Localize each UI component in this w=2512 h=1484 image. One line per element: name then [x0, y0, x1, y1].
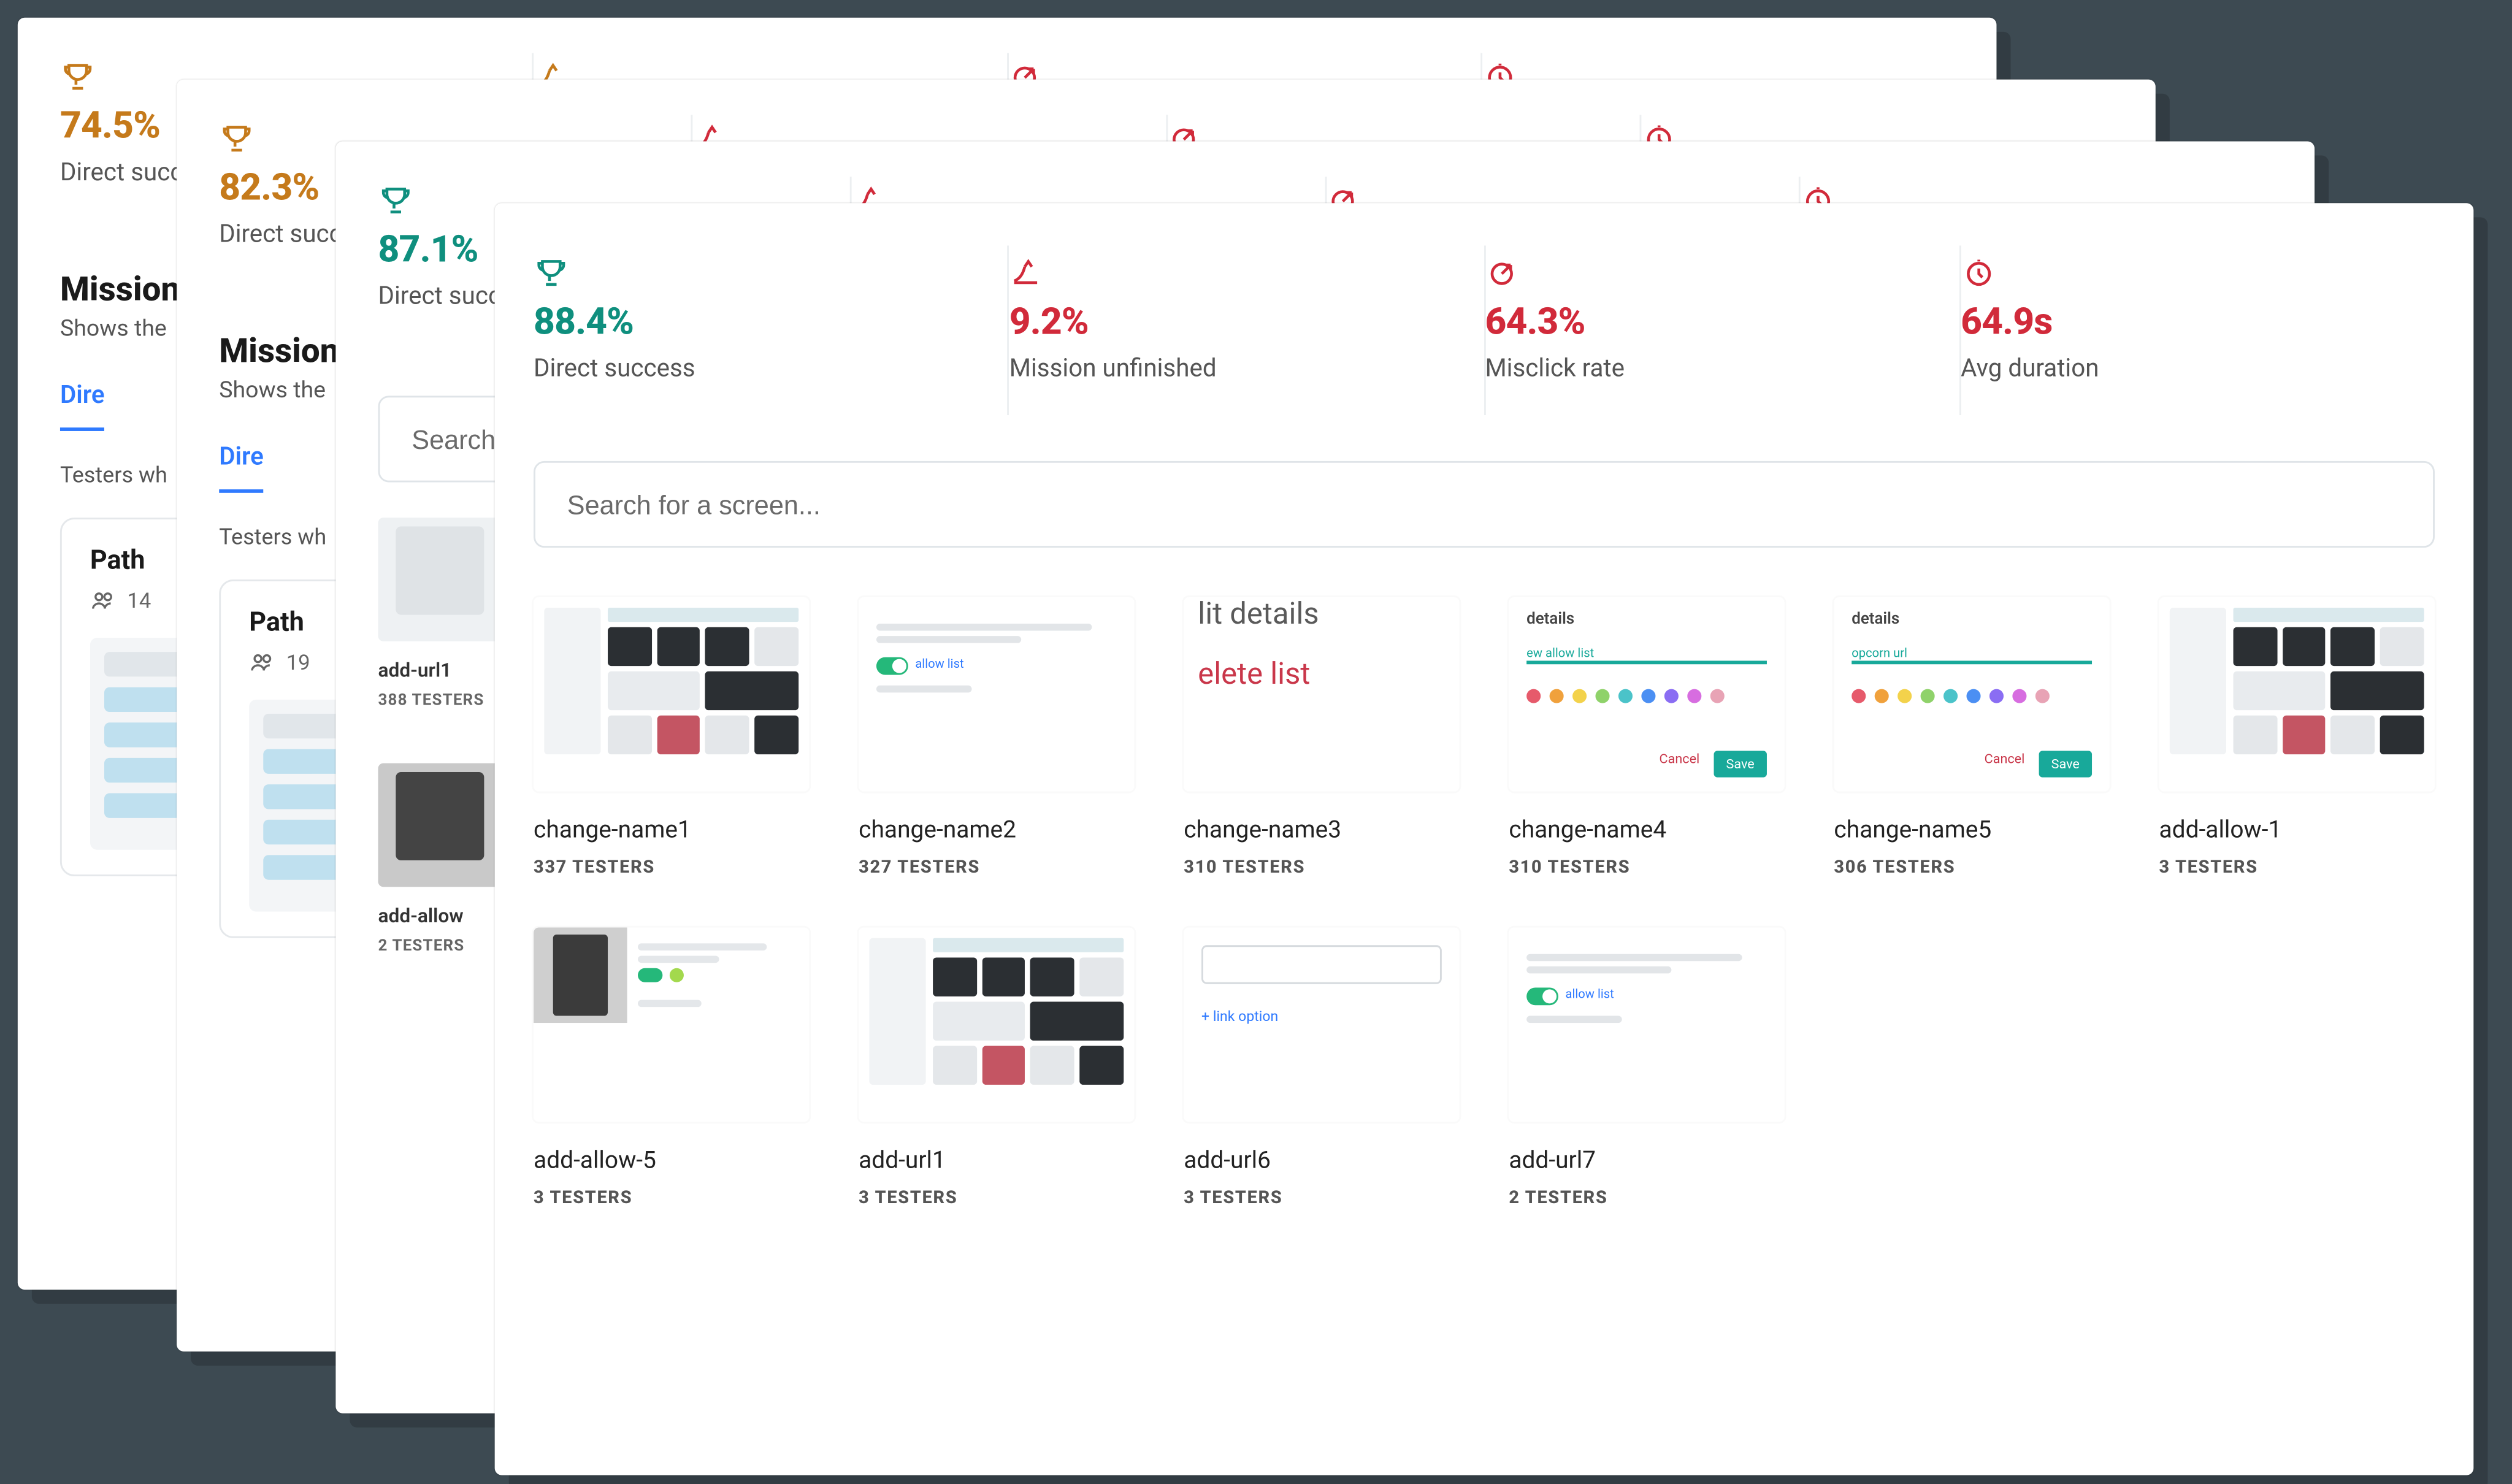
metric-value: 88.4%	[534, 302, 1008, 345]
screen-card[interactable]: allow list add-url7 2 TESTERS	[1509, 928, 1784, 1209]
metric-label: Mission unfinished	[1009, 355, 1484, 383]
screen-card[interactable]: + link option add-url6 3 TESTERS	[1184, 928, 1459, 1209]
screen-name: add-allow-1	[2159, 816, 2435, 844]
screen-thumbnail: lit detailselete list	[1184, 597, 1459, 792]
tester-count: 310 TESTERS	[1184, 859, 1459, 878]
metric-value: 64.3%	[1485, 302, 1959, 345]
screen-name: add-url1	[378, 659, 502, 682]
screen-name: add-url1	[859, 1147, 1134, 1175]
tester-count: 2 TESTERS	[378, 938, 502, 956]
screen-card[interactable]: add-allow-1 3 TESTERS	[2159, 597, 2435, 878]
screen-name: change-name3	[1184, 816, 1459, 844]
tester-count: 3 TESTERS	[2159, 859, 2435, 878]
tester-count: 3 TESTERS	[1184, 1189, 1459, 1209]
tester-count: 3 TESTERS	[534, 1189, 809, 1209]
screen-name: change-name4	[1509, 816, 1784, 844]
screen-name: add-allow	[378, 905, 502, 927]
tester-count: 310 TESTERS	[1509, 859, 1784, 878]
screen-thumbnail: allow list	[1509, 928, 1784, 1122]
people-icon	[249, 648, 275, 675]
screen-thumbnail: detailsopcorn urlCancelSave	[1834, 597, 2109, 792]
tester-count: 2 TESTERS	[1509, 1189, 1784, 1209]
tab-direct[interactable]: Dire	[219, 443, 264, 493]
metric-label: Avg duration	[1961, 355, 2435, 383]
screen-card[interactable]: allow list change-name2 327 TESTERS	[859, 597, 1134, 878]
screen-thumbnail	[859, 928, 1134, 1122]
metric-value: 9.2%	[1009, 302, 1484, 345]
screen-thumbnail: + link option	[1184, 928, 1459, 1122]
screen-thumbnail: allow list	[859, 597, 1134, 792]
bounce-icon	[1009, 256, 1484, 292]
tester-count: 337 TESTERS	[534, 859, 809, 878]
screen-name: add-url6	[1184, 1147, 1459, 1175]
tester-count: 388 TESTERS	[378, 692, 502, 710]
screen-card[interactable]: add-url1 3 TESTERS	[859, 928, 1134, 1209]
path-count: 14	[127, 587, 151, 612]
path-count: 19	[286, 649, 310, 674]
search-field[interactable]	[534, 461, 2435, 548]
search-input[interactable]	[567, 491, 2401, 521]
metric-label: Direct success	[534, 355, 1008, 383]
tab-direct[interactable]: Dire	[60, 381, 105, 431]
screen-card[interactable]: add-allow-5 3 TESTERS	[534, 928, 809, 1209]
screen-name: add-url7	[1509, 1147, 1784, 1175]
screen-thumbnail	[378, 518, 502, 641]
screen-card[interactable]: detailsew allow listCancelSave change-nam…	[1509, 597, 1784, 878]
tester-count: 306 TESTERS	[1834, 859, 2109, 878]
target-icon	[1485, 256, 1959, 292]
screen-thumbnail: detailsew allow listCancelSave	[1509, 597, 1784, 792]
metric-avg-duration: 64.9s Avg duration	[1961, 245, 2435, 415]
tester-count: 3 TESTERS	[859, 1189, 1134, 1209]
screen-card[interactable]: add-allow 2 TESTERS	[378, 763, 502, 956]
screen-card[interactable]: add-url1 388 TESTERS	[378, 518, 502, 710]
screen-thumbnail	[2159, 597, 2435, 792]
clock-icon	[1961, 256, 2435, 292]
metric-mission-unfinished: 9.2% Mission unfinished	[1009, 245, 1485, 415]
metric-misclick-rate: 64.3% Misclick rate	[1485, 245, 1961, 415]
screen-thumbnail	[534, 597, 809, 792]
trophy-icon	[534, 256, 1008, 292]
metric-direct-success: 88.4% Direct success	[534, 245, 1009, 415]
screen-name: change-name1	[534, 816, 809, 844]
screen-name: change-name2	[859, 816, 1134, 844]
screen-card[interactable]: change-name1 337 TESTERS	[534, 597, 809, 878]
report-window-front: 88.4% Direct success9.2% Mission unfinishe…	[495, 203, 2474, 1475]
screen-card[interactable]: detailsopcorn urlCancelSave change-name5 3…	[1834, 597, 2109, 878]
screen-thumbnail	[534, 928, 809, 1122]
metric-value: 64.9s	[1961, 302, 2435, 345]
people-icon	[90, 586, 117, 613]
tester-count: 327 TESTERS	[859, 859, 1134, 878]
screen-name: add-allow-5	[534, 1147, 809, 1175]
screen-thumbnail	[378, 763, 502, 887]
screen-card[interactable]: lit detailselete list change-name3 310 TES…	[1184, 597, 1459, 878]
metric-label: Misclick rate	[1485, 355, 1959, 383]
screen-name: change-name5	[1834, 816, 2109, 844]
